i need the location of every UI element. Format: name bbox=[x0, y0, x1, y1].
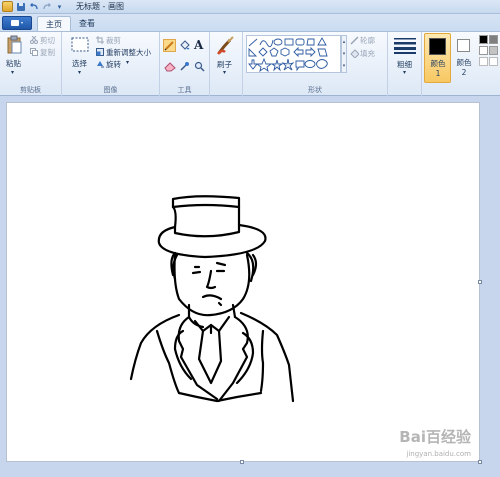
palette-swatch-white[interactable] bbox=[479, 46, 488, 55]
brushes-dropdown-icon[interactable]: ▾ bbox=[223, 69, 226, 76]
paint-app-icon[interactable] bbox=[2, 1, 13, 12]
color1-button[interactable]: 颜色 1 bbox=[424, 33, 451, 83]
fill-icon[interactable] bbox=[179, 40, 190, 53]
save-icon[interactable] bbox=[15, 1, 26, 12]
cut-icon bbox=[30, 35, 38, 46]
size-group: 粗细 ▾ bbox=[388, 32, 422, 96]
paste-icon[interactable] bbox=[6, 35, 22, 57]
shapes-scroll-icon[interactable]: ▴ ▾ ▾ bbox=[341, 35, 347, 73]
brush-icon[interactable] bbox=[216, 36, 236, 58]
color1-label: 颜色 1 bbox=[430, 59, 446, 78]
window-title: 无标题 - 画图 bbox=[76, 2, 124, 11]
color2-button[interactable]: 颜色 2 bbox=[452, 32, 476, 96]
select-button[interactable]: 选择 bbox=[72, 58, 87, 69]
shapes-group: ▴ ▾ ▾ 轮廓 填充 形状 bbox=[243, 32, 388, 96]
color2-label: 颜色 2 bbox=[456, 58, 472, 77]
pencil-icon[interactable] bbox=[163, 39, 176, 52]
shapes-group-label: 形状 bbox=[308, 86, 322, 94]
undo-icon[interactable] bbox=[28, 1, 39, 12]
palette-swatch-empty[interactable] bbox=[479, 57, 488, 66]
color-picker-icon[interactable] bbox=[179, 61, 190, 74]
work-area: Bai百经验 jingyan.baidu.com bbox=[0, 96, 500, 477]
resize-button[interactable]: 重新调整大小 bbox=[106, 47, 151, 58]
brushes-group: 刷子 ▾ bbox=[210, 32, 243, 96]
color1-swatch bbox=[429, 38, 446, 55]
crop-icon bbox=[96, 36, 104, 46]
title-bar: ▾ 无标题 - 画图 bbox=[0, 0, 500, 14]
rotate-dropdown-icon[interactable]: ▾ bbox=[126, 59, 129, 66]
size-icon[interactable] bbox=[394, 38, 416, 56]
outline-icon bbox=[350, 36, 359, 47]
copy-icon bbox=[30, 48, 38, 58]
crop-button[interactable]: 裁剪 bbox=[106, 35, 121, 46]
image-group: 选择 ▾ 裁剪 重新调整大小 旋转 ▾ 图像 bbox=[62, 32, 160, 96]
palette-swatch-lightgray[interactable] bbox=[489, 46, 498, 55]
canvas-resize-handle-corner[interactable] bbox=[478, 460, 482, 464]
palette-swatch-gray[interactable] bbox=[489, 35, 498, 44]
tools-group: A 工具 bbox=[160, 32, 210, 96]
watermark-url: jingyan.baidu.com bbox=[406, 450, 471, 458]
rotate-icon bbox=[96, 60, 104, 70]
fill-shape-icon bbox=[350, 49, 360, 60]
rotate-button[interactable]: 旋转 bbox=[106, 59, 121, 70]
canvas-resize-handle-right[interactable] bbox=[478, 280, 482, 284]
canvas-resize-handle-bottom[interactable] bbox=[240, 460, 244, 464]
ribbon-tabs: 主页 查看 bbox=[0, 14, 500, 31]
quick-access-toolbar: ▾ bbox=[2, 1, 65, 12]
paste-dropdown-icon[interactable]: ▾ bbox=[11, 69, 14, 76]
text-icon[interactable]: A bbox=[194, 38, 203, 52]
file-menu-button[interactable] bbox=[2, 16, 32, 30]
color-palette bbox=[477, 32, 500, 96]
cut-button[interactable]: 剪切 bbox=[40, 35, 55, 46]
man-with-top-hat-drawing bbox=[129, 195, 295, 403]
clipboard-group-label: 剪贴板 bbox=[20, 86, 41, 94]
tab-view[interactable]: 查看 bbox=[71, 16, 103, 31]
select-dropdown-icon[interactable]: ▾ bbox=[78, 69, 81, 76]
eraser-icon[interactable] bbox=[164, 62, 176, 74]
redo-icon[interactable] bbox=[41, 1, 52, 12]
drawing-canvas[interactable]: Bai百经验 jingyan.baidu.com bbox=[6, 102, 480, 462]
paste-button[interactable]: 粘贴 bbox=[6, 58, 21, 69]
outline-button[interactable]: 轮廓 bbox=[360, 35, 375, 46]
watermark-logo: Bai百经验 bbox=[399, 428, 471, 446]
tools-group-label: 工具 bbox=[177, 86, 192, 94]
resize-icon bbox=[96, 48, 104, 58]
fill-button[interactable]: 填充 bbox=[360, 48, 375, 59]
ribbon: 粘贴 ▾ 剪切 复制 剪贴板 选择 ▾ 裁剪 重新调整大小 旋转 ▾ 图像 A … bbox=[0, 31, 500, 96]
palette-swatch-empty[interactable] bbox=[489, 57, 498, 66]
clipboard-group: 粘贴 ▾ 剪切 复制 剪贴板 bbox=[0, 32, 62, 96]
customize-qat-icon[interactable]: ▾ bbox=[54, 1, 65, 12]
palette-swatch-black[interactable] bbox=[479, 35, 488, 44]
magnifier-icon[interactable] bbox=[194, 61, 205, 74]
size-dropdown-icon[interactable]: ▾ bbox=[403, 69, 406, 76]
color2-swatch bbox=[457, 39, 470, 52]
copy-button[interactable]: 复制 bbox=[40, 47, 55, 58]
tab-home[interactable]: 主页 bbox=[37, 16, 71, 31]
select-icon[interactable] bbox=[71, 37, 89, 55]
shapes-gallery[interactable] bbox=[246, 35, 341, 73]
image-group-label: 图像 bbox=[103, 86, 118, 94]
